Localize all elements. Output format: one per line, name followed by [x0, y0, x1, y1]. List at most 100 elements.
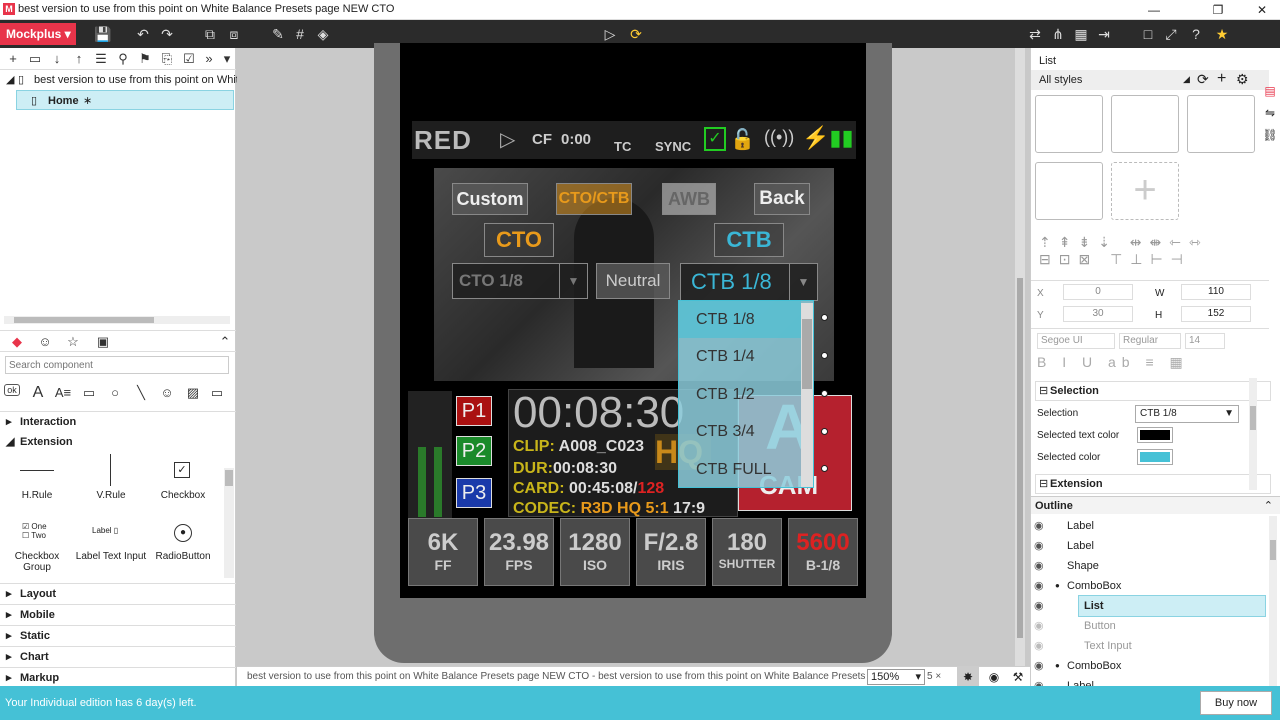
awb-button[interactable]: AWB — [662, 183, 716, 215]
neutral-button[interactable]: Neutral — [596, 263, 670, 299]
fullscreen-icon[interactable]: ⤢ — [1161, 24, 1181, 44]
stat-shutter[interactable]: 180 SHUTTER — [712, 518, 782, 586]
sync-icon[interactable]: ⟳ — [626, 24, 646, 44]
category-extension[interactable]: ◢ Extension — [0, 432, 236, 452]
category-layout[interactable]: ▸ Layout — [0, 583, 236, 603]
style-thumbnail[interactable] — [1187, 95, 1255, 153]
component-scrollbar[interactable] — [224, 468, 234, 578]
stat-iso[interactable]: 1280 ISO — [560, 518, 630, 586]
stat-iris[interactable]: F/2.8 IRIS — [636, 518, 706, 586]
horizontal-scrollbar[interactable] — [4, 316, 230, 324]
list-item[interactable]: CTB 1/2 — [679, 376, 801, 413]
master-icon[interactable]: ▣ — [94, 333, 112, 351]
ctb-combobox[interactable]: CTB 1/8 ▼ — [680, 263, 818, 301]
visibility-eye-icon[interactable]: ◉ — [1034, 676, 1044, 686]
restore-button[interactable]: ❐ — [1200, 0, 1236, 20]
outline-row[interactable]: ◉ Button — [1031, 616, 1269, 636]
resize-handle[interactable] — [821, 352, 828, 359]
format-brush-icon[interactable]: ✎ — [268, 24, 288, 44]
buy-now-button[interactable]: Buy now — [1200, 691, 1272, 715]
tools-icon[interactable]: ⚒ — [1007, 667, 1029, 687]
outline-scrollbar[interactable] — [1269, 516, 1277, 686]
undo-icon[interactable]: ↶ — [133, 24, 153, 44]
minimize-button[interactable]: — — [1136, 0, 1172, 20]
collapse-up-icon[interactable]: ⌃ — [1264, 497, 1273, 515]
mockplus-menu-button[interactable]: Mockplus ▾ — [0, 23, 76, 45]
selection-section-header[interactable]: ⊟ Selection — [1035, 381, 1271, 401]
style-thumbnail[interactable] — [1035, 95, 1103, 153]
cto-combobox[interactable]: CTO 1/8 ▼ — [452, 263, 588, 299]
share-icon[interactable]: ⋔ — [1048, 24, 1068, 44]
component-radio-button[interactable]: RadioButton — [146, 551, 220, 562]
styles-dropdown[interactable]: All styles — [1039, 74, 1082, 86]
stat-fps[interactable]: 23.98 FPS — [484, 518, 554, 586]
outline-row[interactable]: ◉ Label — [1031, 536, 1269, 556]
settings-gear-icon[interactable]: ⚙ — [1236, 71, 1249, 88]
export-icon[interactable]: ⇄ — [1025, 24, 1045, 44]
properties-icon[interactable]: ▤ — [1262, 84, 1278, 106]
design-canvas[interactable]: RED ▷ CF 0:00 TC SYNC ✓ 🔓 ((•)) ⚡▮▮ Cust… — [237, 43, 1027, 681]
publish-icon[interactable]: ⇥ — [1094, 24, 1114, 44]
circle-shape-icon[interactable]: ○ — [106, 384, 124, 402]
font-family-select[interactable]: Segoe UI — [1037, 333, 1115, 349]
align-tools[interactable]: ⇡⇞⇟⇣ ⇹⇼⇽⇿ ⊟⊡⊠ ⊤⊥⊢⊣ — [1039, 234, 1259, 274]
eye-icon[interactable]: ◉ — [983, 667, 1005, 687]
preview-play-icon[interactable]: ▷ — [600, 24, 620, 44]
stat-white-balance[interactable]: 5600 B-1/8 — [788, 518, 858, 586]
visibility-eye-icon[interactable]: ◉ — [1034, 516, 1044, 536]
font-size-select[interactable]: 14 — [1185, 333, 1225, 349]
page-item-home[interactable]: ▯ Home ∗ — [16, 90, 234, 110]
ungroup-icon[interactable]: ⧈ — [224, 24, 244, 44]
component-vrule[interactable]: V.Rule — [74, 490, 148, 501]
canvas-vertical-scrollbar[interactable] — [1015, 48, 1025, 666]
list-scrollbar[interactable] — [801, 303, 813, 487]
list-icon[interactable]: ☰ — [92, 50, 110, 68]
outline-row[interactable]: ◉ Label — [1031, 676, 1269, 686]
visibility-eye-icon[interactable]: ◉ — [1034, 656, 1044, 676]
resize-handle[interactable] — [821, 428, 828, 435]
back-button[interactable]: Back — [754, 183, 810, 215]
text-format-tools[interactable]: B I U ab ≡ ▦ — [1037, 354, 1189, 371]
help-icon[interactable]: ? — [1186, 24, 1206, 44]
group-icon[interactable]: ⧉ — [200, 24, 220, 44]
font-weight-select[interactable]: Regular — [1119, 333, 1181, 349]
link-icon[interactable]: ⛓ — [1262, 128, 1278, 150]
chevron-down-icon[interactable]: ▼ — [789, 264, 817, 300]
checklist-icon[interactable]: ☑ — [180, 50, 198, 68]
category-interaction[interactable]: ▸ Interaction — [0, 411, 236, 431]
visibility-eye-icon[interactable]: ◉ — [1034, 536, 1044, 556]
interaction-icon[interactable]: ⇋ — [1262, 106, 1278, 128]
selection-select[interactable]: CTB 1/8 ▼ — [1135, 405, 1239, 423]
emoji-shape-icon[interactable]: ☺ — [158, 384, 176, 402]
visibility-eye-icon[interactable]: ◉ — [1034, 616, 1044, 636]
cto-ctb-button[interactable]: CTO/CTB — [556, 183, 632, 215]
properties-scrollbar[interactable] — [1249, 378, 1257, 490]
list-item[interactable]: CTB 3/4 — [679, 413, 801, 450]
visibility-eye-icon[interactable]: ◉ — [1034, 576, 1044, 596]
resize-handle[interactable] — [821, 465, 828, 472]
move-up-icon[interactable]: ↑ — [70, 50, 88, 68]
ctb-dropdown-list[interactable]: CTB 1/8 CTB 1/4 CTB 1/2 CTB 3/4 CTB FULL — [678, 300, 814, 488]
visibility-eye-icon[interactable]: ◉ — [1034, 556, 1044, 576]
more-icon[interactable]: » — [200, 50, 218, 68]
component-hrule[interactable]: H.Rule — [0, 490, 74, 501]
project-tree-item[interactable]: ◢ ▯ best version to use from this point … — [0, 70, 255, 90]
rectangle-shape-icon[interactable]: ▭ — [80, 384, 98, 402]
preset-p1-button[interactable]: P1 — [456, 396, 492, 426]
x-input[interactable]: 0 — [1063, 284, 1133, 300]
outline-row[interactable]: ◉ Text Input — [1031, 636, 1269, 656]
add-page-icon[interactable]: + — [4, 50, 22, 68]
outline-row[interactable]: ◉ ● ComboBox — [1031, 656, 1269, 676]
move-down-icon[interactable]: ↓ — [48, 50, 66, 68]
custom-button[interactable]: Custom — [452, 183, 528, 215]
folder-icon[interactable]: ▭ — [26, 50, 44, 68]
outline-row[interactable]: ◉ List — [1034, 595, 1266, 617]
visibility-eye-icon[interactable]: ◉ — [1034, 596, 1044, 616]
star-icon[interactable]: ★ — [1212, 24, 1232, 44]
add-style-thumbnail-icon[interactable]: + — [1111, 162, 1179, 220]
collapse-up-icon[interactable]: ⌃ — [216, 333, 234, 351]
grid-icon[interactable]: # — [290, 24, 310, 44]
save-icon[interactable]: 💾 — [93, 24, 113, 44]
component-checkbox-group[interactable]: Checkbox Group — [0, 551, 74, 573]
refresh-icon[interactable]: ⟳ — [1197, 71, 1209, 88]
